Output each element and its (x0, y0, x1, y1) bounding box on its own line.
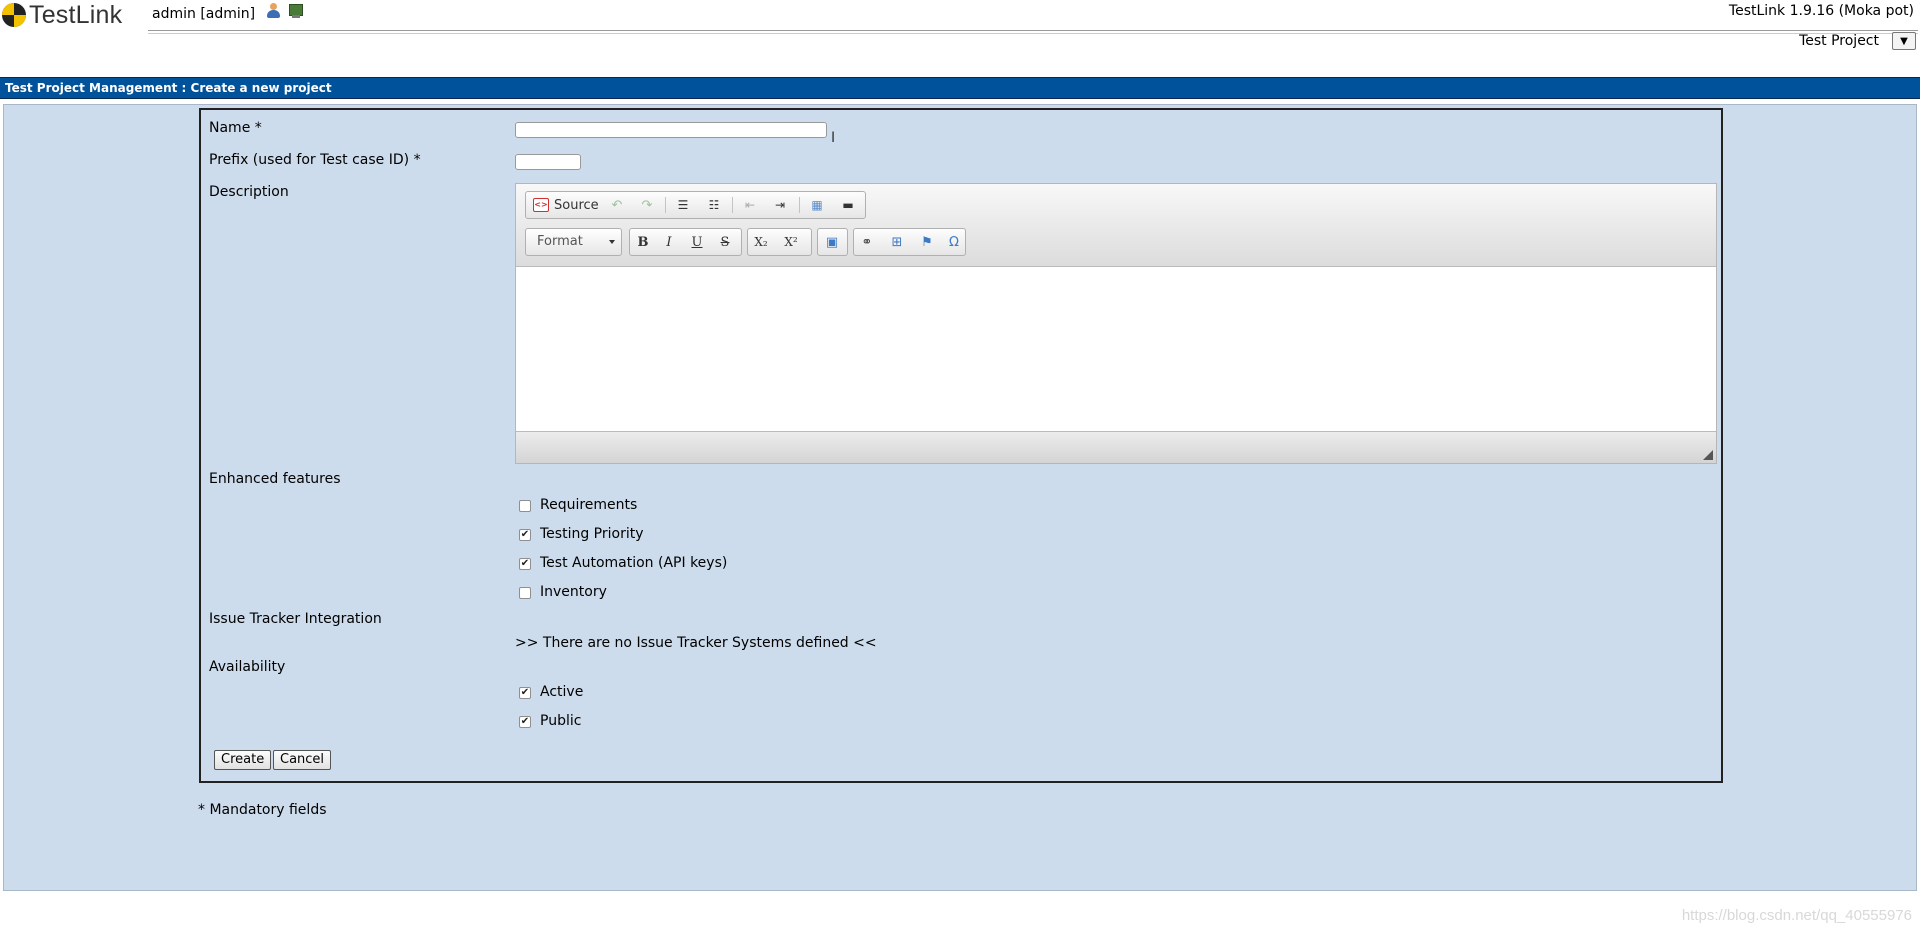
editor-toolbar-group-2: B I U S (629, 228, 742, 256)
name-label: Name * (209, 120, 262, 136)
user-bar: admin [admin] TestLink 1.9.16 (Moka pot) (148, 0, 1918, 34)
anchor-flag-icon[interactable]: ⚑ (916, 232, 938, 252)
source-button[interactable]: <> Source (529, 195, 599, 215)
public-checkbox[interactable]: ✔ (519, 716, 531, 728)
requirements-checkbox[interactable] (519, 500, 531, 512)
testing-priority-checkbox[interactable]: ✔ (519, 529, 531, 541)
create-project-form: Name * I Prefix (used for Test case ID) … (199, 108, 1723, 783)
prefix-label: Prefix (used for Test case ID) * (209, 152, 421, 168)
link-icon[interactable]: ⚭ (856, 232, 878, 252)
horizontal-rule-icon[interactable]: ▬ (837, 195, 859, 215)
cancel-button[interactable]: Cancel (273, 750, 332, 770)
logo-icon (2, 3, 26, 27)
superscript-icon[interactable]: X² (780, 232, 802, 252)
resize-grip-icon[interactable] (1703, 450, 1713, 460)
availability-label: Availability (209, 659, 286, 675)
work-area: Name * I Prefix (used for Test case ID) … (3, 104, 1917, 891)
bold-icon[interactable]: B (632, 232, 654, 252)
active-checkbox[interactable]: ✔ (519, 687, 531, 699)
editor-content-area[interactable] (516, 267, 1716, 432)
personal-data-icon[interactable] (265, 3, 281, 19)
testing-priority-label: Testing Priority (540, 526, 644, 542)
public-label: Public (540, 713, 582, 729)
image-icon[interactable]: ▣ (821, 232, 843, 252)
table-icon[interactable]: ▦ (806, 195, 828, 215)
inventory-label: Inventory (540, 584, 607, 600)
create-button[interactable]: Create (214, 750, 272, 770)
chevron-down-icon (609, 240, 615, 244)
active-label: Active (540, 684, 584, 700)
editor-toolbar-group-4: ▣ (817, 228, 848, 256)
requirements-label: Requirements (540, 497, 638, 513)
username: admin [admin] (152, 6, 256, 22)
text-cursor-icon: I (831, 130, 836, 146)
mandatory-note: * Mandatory fields (198, 802, 327, 818)
editor-toolbar-group-3: X₂ X² (747, 228, 812, 256)
special-char-icon[interactable]: Ω (943, 232, 965, 252)
strikethrough-icon[interactable]: S (714, 232, 736, 252)
redo-icon[interactable]: ↷ (636, 195, 658, 215)
bulleted-list-icon[interactable]: ☷ (703, 195, 725, 215)
inventory-checkbox[interactable] (519, 587, 531, 599)
subscript-icon[interactable]: X₂ (750, 232, 772, 252)
numbered-list-icon[interactable]: ☰ (672, 195, 694, 215)
logout-icon[interactable] (288, 3, 304, 19)
test-automation-label: Test Automation (API keys) (540, 555, 728, 571)
editor-toolbar-group-5: ⚭ ⊞ ⚑ Ω (853, 228, 966, 256)
page-title: Test Project Management : Create a new p… (0, 77, 1920, 99)
logo-text: TestLink (29, 0, 123, 29)
format-dropdown[interactable]: Format (525, 228, 622, 256)
issue-tracker-message: >> There are no Issue Tracker Systems de… (515, 635, 877, 651)
undo-icon[interactable]: ↶ (606, 195, 628, 215)
indent-icon[interactable]: ⇥ (769, 195, 791, 215)
source-icon: <> (533, 198, 549, 212)
outdent-icon[interactable]: ⇤ (739, 195, 761, 215)
underline-icon[interactable]: U (686, 232, 708, 252)
enhanced-features-label: Enhanced features (209, 471, 341, 487)
insert-box-icon[interactable]: ⊞ (886, 232, 908, 252)
app-version: TestLink 1.9.16 (Moka pot) (1728, 3, 1914, 19)
issue-tracker-label: Issue Tracker Integration (209, 611, 382, 627)
prefix-input[interactable] (515, 154, 581, 170)
watermark-text: https://blog.csdn.net/qq_40555976 (1681, 907, 1912, 924)
name-input[interactable] (515, 122, 827, 138)
editor-status-bar (516, 431, 1716, 463)
description-label: Description (209, 184, 289, 200)
test-project-label: Test Project (1799, 33, 1879, 49)
test-project-select[interactable]: ▼ (1892, 32, 1916, 50)
testlink-logo: TestLink (0, 0, 122, 30)
italic-icon[interactable]: I (658, 232, 680, 252)
editor-toolbar: <> Source ↶ ↷ ☰ ☷ ⇤ ⇥ ▦ ▬ Format B I U S… (516, 184, 1716, 267)
test-automation-checkbox[interactable]: ✔ (519, 558, 531, 570)
editor-toolbar-group-1: <> Source ↶ ↷ ☰ ☷ ⇤ ⇥ ▦ ▬ (525, 191, 866, 219)
description-editor: <> Source ↶ ↷ ☰ ☷ ⇤ ⇥ ▦ ▬ Format B I U S… (515, 183, 1717, 464)
